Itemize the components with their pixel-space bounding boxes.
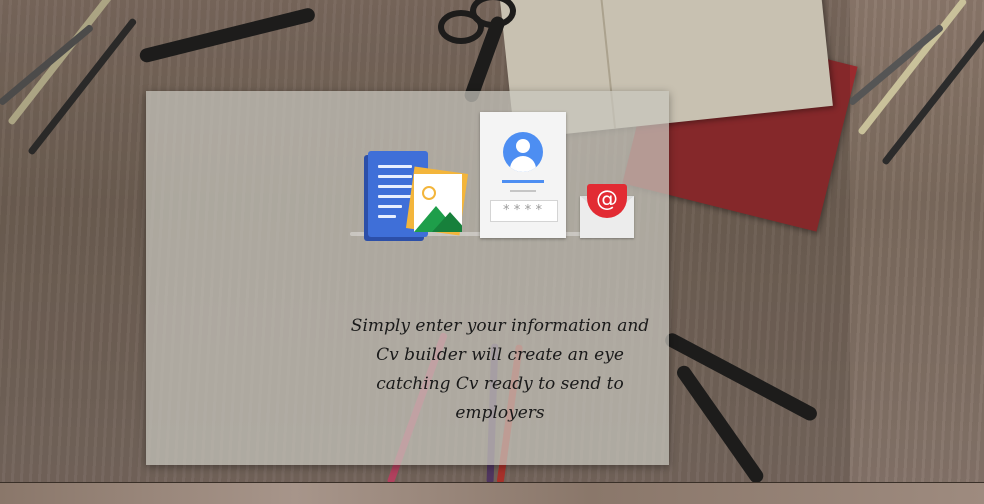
background-tile-right — [850, 0, 984, 482]
login-card-icon: **** — [480, 112, 566, 238]
background-tile-bottom — [0, 482, 984, 504]
intro-caption: Simply enter your information and Cv bui… — [350, 316, 650, 423]
avatar-icon — [503, 132, 543, 172]
photo-image — [414, 174, 462, 232]
password-mask: **** — [490, 200, 558, 222]
cv-illustration: **** @ — [340, 108, 640, 243]
